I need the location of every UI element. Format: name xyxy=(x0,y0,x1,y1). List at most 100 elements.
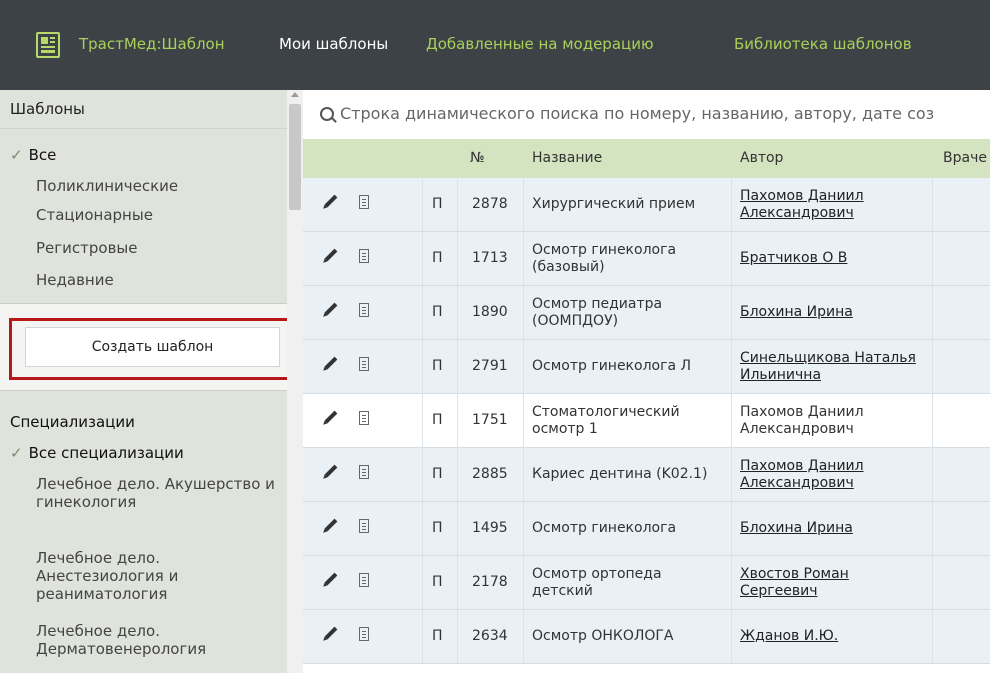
document-icon[interactable] xyxy=(359,519,369,533)
column-divider xyxy=(523,286,524,339)
column-divider xyxy=(731,448,732,501)
column-divider xyxy=(731,556,732,609)
spec-obstetrics[interactable]: Лечебное дело. Акушерство и гинекология xyxy=(36,475,276,511)
column-doctors[interactable]: Враче xyxy=(943,150,987,166)
document-icon[interactable] xyxy=(359,411,369,425)
column-divider xyxy=(457,502,458,555)
document-icon[interactable] xyxy=(359,357,369,371)
table-row[interactable]: П 1751 Стоматологический осмотр 1 Пахомов Д… xyxy=(303,394,990,448)
edit-pencil-icon[interactable] xyxy=(324,302,338,316)
column-divider xyxy=(422,232,423,285)
filter-inpatient[interactable]: Стационарные xyxy=(36,205,153,225)
document-icon[interactable] xyxy=(359,195,369,209)
column-name[interactable]: Название xyxy=(532,150,602,166)
table-header: № Название Автор Враче xyxy=(303,139,990,179)
author-link[interactable]: Пахомов Даниил Александрович xyxy=(740,458,920,492)
row-template-name[interactable]: Осмотр гинеколога Л xyxy=(532,358,722,375)
document-icon[interactable] xyxy=(359,249,369,263)
column-divider xyxy=(932,610,933,663)
column-divider xyxy=(932,232,933,285)
author-link[interactable]: Жданов И.Ю. xyxy=(740,628,920,645)
templates-header: Шаблоны xyxy=(0,90,287,129)
author-link[interactable]: Блохина Ирина xyxy=(740,304,920,321)
spec-anesthesiology[interactable]: Лечебное дело. Анестезиология и реанимат… xyxy=(36,549,276,603)
row-template-name[interactable]: Хирургический прием xyxy=(532,196,722,213)
row-number: 2178 xyxy=(472,574,508,590)
document-icon[interactable] xyxy=(359,573,369,587)
create-template-button[interactable]: Создать шаблон xyxy=(25,327,280,367)
table-row[interactable]: П 1713 Осмотр гинеколога (базовый) Братчико… xyxy=(303,232,990,286)
edit-pencil-icon[interactable] xyxy=(324,464,338,478)
edit-pencil-icon[interactable] xyxy=(324,248,338,262)
row-template-name[interactable]: Осмотр ортопеда детский xyxy=(532,566,722,600)
row-number: 2791 xyxy=(472,358,508,374)
edit-pencil-icon[interactable] xyxy=(324,518,338,532)
column-divider xyxy=(523,232,524,285)
edit-pencil-icon[interactable] xyxy=(324,410,338,424)
table-row[interactable]: П 2178 Осмотр ортопеда детский Хвостов Рома… xyxy=(303,556,990,610)
author-link[interactable]: Хвостов Роман Сергеевич xyxy=(740,566,920,600)
author-link[interactable]: Синельщикова Наталья Ильинична xyxy=(740,350,920,384)
spec-dermatology[interactable]: Лечебное дело. Дерматовенерология xyxy=(36,622,276,658)
specializations-title: Специализации xyxy=(10,413,135,431)
scroll-up-arrow-icon[interactable] xyxy=(291,92,299,97)
scrollbar-thumb[interactable] xyxy=(289,104,301,210)
row-number: 1751 xyxy=(472,412,508,428)
column-divider xyxy=(457,178,458,231)
row-template-name[interactable]: Осмотр гинеколога (базовый) xyxy=(532,242,722,276)
edit-pencil-icon[interactable] xyxy=(324,626,338,640)
column-number[interactable]: № xyxy=(470,150,485,166)
table-row[interactable]: П 2791 Осмотр гинеколога Л Синельщикова Нат… xyxy=(303,340,990,394)
column-divider xyxy=(932,394,933,447)
logo-icon xyxy=(36,32,60,58)
brand-title[interactable]: ТрастМед:Шаблон xyxy=(79,35,225,53)
filter-registry[interactable]: Регистровые xyxy=(36,238,138,258)
author-link[interactable]: Пахомов Даниил Александрович xyxy=(740,188,920,222)
table-row[interactable]: П 2885 Кариес дентина (K02.1) Пахомов Дании… xyxy=(303,448,990,502)
column-divider xyxy=(523,340,524,393)
document-icon[interactable] xyxy=(359,465,369,479)
document-icon[interactable] xyxy=(359,627,369,641)
row-template-name[interactable]: Стоматологический осмотр 1 xyxy=(532,404,722,438)
nav-moderation[interactable]: Добавленные на модерацию xyxy=(426,35,654,53)
sidebar: Шаблоны ✓ Все Поликлинические Стационарны… xyxy=(0,90,287,673)
create-template-highlight: Создать шаблон xyxy=(9,318,294,380)
row-number: 1713 xyxy=(472,250,508,266)
row-template-name[interactable]: Осмотр ОНКОЛОГА xyxy=(532,628,722,645)
row-number: 2634 xyxy=(472,628,508,644)
column-divider xyxy=(457,556,458,609)
table-row[interactable]: П 2878 Хирургический прием Пахомов Даниил А… xyxy=(303,178,990,232)
document-icon[interactable] xyxy=(359,303,369,317)
check-icon: ✓ xyxy=(10,444,23,462)
table-row[interactable]: П 2634 Осмотр ОНКОЛОГА Жданов И.Ю. xyxy=(303,610,990,664)
column-divider xyxy=(731,610,732,663)
column-divider xyxy=(523,178,524,231)
column-author[interactable]: Автор xyxy=(740,150,783,166)
search-input[interactable]: Строка динамического поиска по номеру, н… xyxy=(340,104,934,123)
row-type: П xyxy=(432,628,443,644)
row-template-name[interactable]: Осмотр гинеколога xyxy=(532,520,722,537)
author-link[interactable]: Блохина Ирина xyxy=(740,520,920,537)
edit-pencil-icon[interactable] xyxy=(324,356,338,370)
filter-outpatient[interactable]: Поликлинические xyxy=(36,176,178,196)
row-type: П xyxy=(432,412,443,428)
filter-all[interactable]: ✓ Все xyxy=(10,145,56,165)
author-name: Пахомов Даниил Александрович xyxy=(740,404,864,437)
author-link[interactable]: Братчиков О В xyxy=(740,250,920,267)
nav-my-templates[interactable]: Мои шаблоны xyxy=(279,35,388,53)
column-divider xyxy=(422,556,423,609)
row-template-name[interactable]: Кариес дентина (K02.1) xyxy=(532,466,722,483)
row-template-name[interactable]: Осмотр педиатра (ООМПДОУ) xyxy=(532,296,722,330)
search-bar[interactable]: Строка динамического поиска по номеру, н… xyxy=(303,90,990,140)
nav-template-library[interactable]: Библиотека шаблонов xyxy=(734,35,912,53)
filter-recent[interactable]: Недавние xyxy=(36,270,114,290)
spec-all[interactable]: ✓ Все специализации xyxy=(10,443,184,463)
column-divider xyxy=(731,286,732,339)
row-type: П xyxy=(432,520,443,536)
edit-pencil-icon[interactable] xyxy=(324,194,338,208)
column-divider xyxy=(932,178,933,231)
table-row[interactable]: П 1495 Осмотр гинеколога Блохина Ирина xyxy=(303,502,990,556)
templates-title: Шаблоны xyxy=(10,100,85,118)
table-row[interactable]: П 1890 Осмотр педиатра (ООМПДОУ) Блохина Ир… xyxy=(303,286,990,340)
edit-pencil-icon[interactable] xyxy=(324,572,338,586)
